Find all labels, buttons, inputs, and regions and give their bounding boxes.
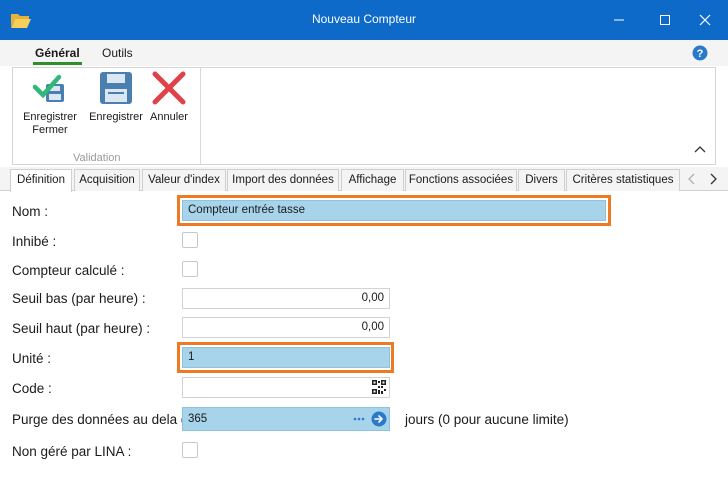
- minimize-icon: [614, 19, 624, 21]
- purge-suffix: jours (0 pour aucune limite): [405, 412, 569, 427]
- group-separator: [200, 68, 201, 164]
- group-label-validation: Validation: [73, 152, 121, 164]
- cancel-label: Annuler: [150, 111, 188, 123]
- compteur-calcule-label: Compteur calculé :: [12, 263, 125, 278]
- save-label: Enregistrer: [89, 111, 143, 123]
- non-gere-label: Non géré par LINA :: [12, 444, 132, 459]
- close-button[interactable]: [682, 0, 728, 40]
- close-icon: [699, 14, 711, 26]
- cancel-icon: [152, 71, 186, 105]
- ribbon-panel: Enregistrer Fermer Enregistrer Annuler V…: [12, 67, 716, 165]
- purge-label: Purge des données au dela de: [12, 412, 182, 427]
- tab-criteres-statistiques[interactable]: Critères statistiques: [566, 169, 680, 191]
- non-gere-checkbox[interactable]: [182, 442, 198, 458]
- svg-text:?: ?: [697, 48, 704, 60]
- save-close-label: Enregistrer Fermer: [23, 111, 77, 136]
- save-close-button[interactable]: Enregistrer Fermer: [19, 70, 81, 137]
- content-tabs: Définition Acquisition Valeur d'index Im…: [0, 167, 728, 192]
- minimize-button[interactable]: [596, 0, 642, 40]
- inhibe-checkbox[interactable]: [182, 232, 198, 248]
- chevron-right-icon[interactable]: [707, 172, 719, 186]
- tab-acquisition[interactable]: Acquisition: [74, 169, 140, 191]
- tab-import-donnees[interactable]: Import des données: [227, 169, 339, 191]
- tab-divers[interactable]: Divers: [518, 169, 565, 191]
- ribbon-tab-general[interactable]: Général: [33, 46, 82, 65]
- tab-affichage[interactable]: Affichage: [341, 169, 404, 191]
- save-button[interactable]: Enregistrer: [85, 70, 147, 124]
- definition-form: Nom : Compteur entrée tasse Inhibé : Com…: [0, 192, 728, 480]
- unite-input[interactable]: 1: [182, 347, 390, 368]
- tab-fonctions-associees[interactable]: Fonctions associées: [405, 169, 517, 191]
- chevron-left-icon[interactable]: [686, 172, 698, 186]
- tab-definition[interactable]: Définition: [10, 169, 72, 192]
- seuil-bas-label: Seuil bas (par heure) :: [12, 291, 146, 306]
- ribbon-tab-outils[interactable]: Outils: [102, 46, 133, 60]
- title-bar: Nouveau Compteur: [0, 0, 728, 40]
- save-icon: [100, 72, 132, 104]
- code-input[interactable]: [182, 377, 390, 398]
- cancel-button[interactable]: Annuler: [146, 70, 192, 124]
- chevron-up-icon[interactable]: [693, 144, 707, 154]
- save-close-icon: [32, 74, 64, 102]
- compteur-calcule-checkbox[interactable]: [182, 261, 198, 277]
- seuil-bas-input[interactable]: 0,00: [182, 288, 390, 309]
- code-label: Code :: [12, 381, 52, 396]
- inhibe-label: Inhibé :: [12, 234, 57, 249]
- seuil-haut-input[interactable]: 0,00: [182, 317, 390, 338]
- arrow-right-circle-icon[interactable]: [371, 411, 387, 427]
- unite-label: Unité :: [12, 351, 52, 366]
- maximize-icon: [660, 15, 670, 25]
- qr-code-icon[interactable]: [372, 380, 386, 394]
- ellipsis-icon[interactable]: [353, 411, 365, 427]
- ribbon-tabs: Général Outils: [0, 40, 728, 66]
- nom-label: Nom :: [12, 204, 49, 219]
- tab-valeur-index[interactable]: Valeur d'index: [142, 169, 226, 191]
- help-icon[interactable]: ?: [692, 45, 708, 61]
- nom-input[interactable]: Compteur entrée tasse: [182, 200, 606, 221]
- seuil-haut-label: Seuil haut (par heure) :: [12, 321, 151, 336]
